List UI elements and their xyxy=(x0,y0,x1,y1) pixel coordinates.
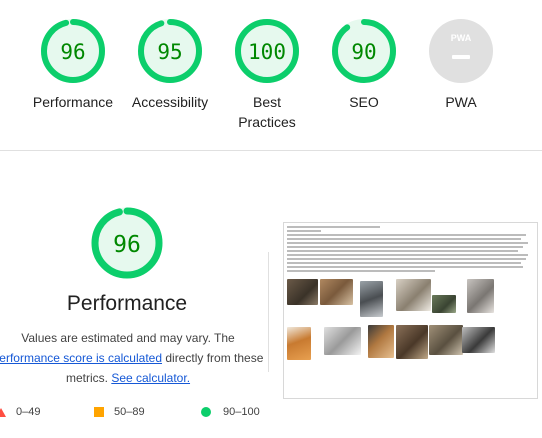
seo-score: 90 xyxy=(351,40,376,64)
performance-score: 96 xyxy=(60,40,85,64)
see-calculator-link[interactable]: See calculator. xyxy=(111,371,190,385)
cat-photo xyxy=(467,279,494,313)
gauge-performance[interactable]: 96 Performance xyxy=(18,18,128,112)
cat-photo xyxy=(287,279,318,305)
seo-label: SEO xyxy=(349,94,379,110)
desc-prefix: Values are estimated and may vary. The xyxy=(21,331,235,345)
cat-photo xyxy=(396,279,431,311)
cat-photo xyxy=(368,325,394,358)
legend-average: 50–89 xyxy=(94,406,145,418)
performance-title: Performance xyxy=(66,292,188,315)
cat-photo xyxy=(429,325,463,355)
pwa-label: PWA xyxy=(445,94,477,110)
performance-score-link[interactable]: performance score is calculated xyxy=(0,351,162,365)
best-practices-label: Best Practices xyxy=(238,94,296,130)
cat-photo xyxy=(462,327,495,353)
seo-gauge-ring: 90 xyxy=(332,19,396,83)
final-screenshot-thumbnail[interactable] xyxy=(283,222,538,399)
pass-circle-icon xyxy=(201,407,211,417)
legend-average-range: 50–89 xyxy=(114,406,145,418)
category-gauges: 96 Performance 95 Accessibility 100 Best… xyxy=(0,0,542,150)
screenshot-text-lines xyxy=(287,226,533,274)
cat-photo xyxy=(432,295,456,313)
accessibility-score: 95 xyxy=(157,40,182,64)
cat-photo xyxy=(324,327,361,355)
performance-big-score: 96 xyxy=(113,232,141,258)
performance-section: 96 Performance Values are estimated and … xyxy=(0,152,542,438)
accessibility-gauge-ring: 95 xyxy=(138,19,202,83)
accessibility-label: Accessibility xyxy=(131,94,209,110)
fail-triangle-icon xyxy=(0,407,6,417)
legend-pass-range: 90–100 xyxy=(223,406,260,418)
cat-photo xyxy=(396,325,428,359)
pwa-icon: PWA xyxy=(429,19,493,83)
legend-pass: 90–100 xyxy=(201,406,260,418)
gauge-best-practices[interactable]: 100 Best Practices xyxy=(212,18,322,132)
average-square-icon xyxy=(94,407,104,417)
section-divider xyxy=(0,150,542,151)
cat-photo xyxy=(287,327,311,360)
performance-gauge-ring: 96 xyxy=(41,19,105,83)
cat-photo xyxy=(320,279,353,305)
legend-fail-range: 0–49 xyxy=(16,406,41,418)
cat-photo xyxy=(360,281,383,317)
performance-label: Performance xyxy=(32,94,114,110)
gauge-seo[interactable]: 90 SEO xyxy=(309,18,419,112)
gauge-accessibility[interactable]: 95 Accessibility xyxy=(115,18,225,112)
pwa-badge-text: PWA xyxy=(451,33,472,43)
thumbnail-separator xyxy=(268,252,269,372)
legend-fail: 0–49 xyxy=(0,406,40,418)
gauge-pwa[interactable]: PWA PWA xyxy=(406,18,516,112)
best-practices-score: 100 xyxy=(248,40,286,64)
performance-big-gauge: 96 xyxy=(91,207,163,279)
performance-description: Values are estimated and may vary. The p… xyxy=(0,328,268,388)
best-practices-gauge-ring: 100 xyxy=(235,19,299,83)
